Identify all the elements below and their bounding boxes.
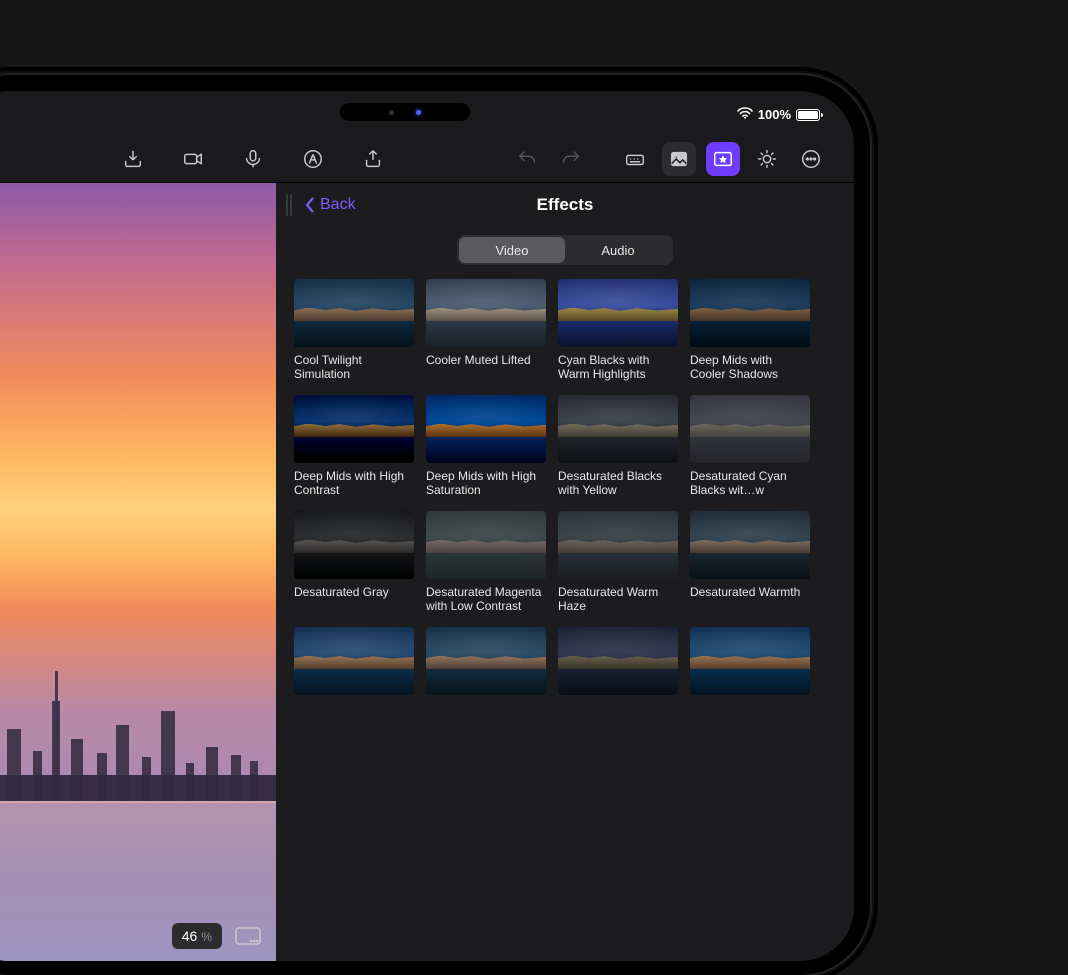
effect-cyan-blacks-warm-high[interactable]: Cyan Blacks with Warm Highlights [558, 279, 678, 381]
titles-icon[interactable] [296, 142, 330, 176]
preview-viewer[interactable]: 46 % [0, 183, 276, 961]
dynamic-island [340, 103, 470, 121]
effects-grid: Cool Twilight Simulation Cooler Muted Lif… [276, 279, 854, 763]
tab-audio[interactable]: Audio [565, 237, 671, 263]
effect-extra-2[interactable] [426, 627, 546, 729]
effect-label [426, 701, 546, 729]
effects-panel: Back Effects Video Audio Cool Twilight S… [276, 183, 854, 961]
redo-icon[interactable] [554, 142, 588, 176]
battery-icon [796, 109, 820, 121]
effect-desat-blacks-yellow[interactable]: Desaturated Blacks with Yellow [558, 395, 678, 497]
effect-label: Desaturated Gray [294, 585, 414, 613]
effect-thumbnail [426, 279, 546, 347]
ipad-device-frame: 100% [0, 75, 870, 975]
effect-thumbnail [426, 627, 546, 695]
status-bar: 100% [737, 107, 820, 122]
effect-label: Desaturated Warmth [690, 585, 810, 613]
wifi-icon [737, 107, 753, 122]
effect-thumbnail [294, 395, 414, 463]
zoom-level[interactable]: 46 % [172, 923, 222, 949]
effect-label: Cooler Muted Lifted [426, 353, 546, 381]
effect-thumbnail [690, 627, 810, 695]
effect-extra-4[interactable] [690, 627, 810, 729]
effect-thumbnail [690, 279, 810, 347]
share-icon[interactable] [356, 142, 390, 176]
effect-desat-magenta-low-con[interactable]: Desaturated Magenta with Low Contrast [426, 511, 546, 613]
effects-type-segmented[interactable]: Video Audio [457, 235, 673, 265]
zoom-value: 46 [182, 928, 198, 944]
back-button[interactable]: Back [304, 196, 356, 214]
effect-desaturated-gray[interactable]: Desaturated Gray [294, 511, 414, 613]
effect-cooler-muted-lifted[interactable]: Cooler Muted Lifted [426, 279, 546, 381]
panel-resize-handle[interactable] [286, 194, 294, 216]
preview-skyline [0, 641, 276, 801]
panel-title: Effects [537, 195, 594, 215]
effect-desaturated-warm-haze[interactable]: Desaturated Warm Haze [558, 511, 678, 613]
undo-icon[interactable] [510, 142, 544, 176]
effect-label: Deep Mids with High Contrast [294, 469, 414, 497]
effect-label [690, 701, 810, 729]
fit-to-screen-icon[interactable] [234, 925, 262, 947]
effect-deep-mids-high-contrast[interactable]: Deep Mids with High Contrast [294, 395, 414, 497]
effect-thumbnail [558, 279, 678, 347]
keyboard-icon[interactable] [618, 142, 652, 176]
effect-thumbnail [558, 395, 678, 463]
import-icon[interactable] [116, 142, 150, 176]
effect-thumbnail [294, 511, 414, 579]
main-toolbar [0, 135, 854, 183]
effect-thumbnail [690, 511, 810, 579]
effect-label: Deep Mids with Cooler Shadows [690, 353, 810, 381]
adjust-dial-icon[interactable] [750, 142, 784, 176]
effect-label: Cool Twilight Simulation [294, 353, 414, 381]
more-icon[interactable] [794, 142, 828, 176]
effect-extra-3[interactable] [558, 627, 678, 729]
effect-thumbnail [426, 511, 546, 579]
effect-thumbnail [426, 395, 546, 463]
effect-desaturated-warmth[interactable]: Desaturated Warmth [690, 511, 810, 613]
effect-label: Desaturated Warm Haze [558, 585, 678, 613]
back-label: Back [320, 196, 356, 214]
effect-label [558, 701, 678, 729]
camera-icon[interactable] [176, 142, 210, 176]
effect-label: Desaturated Magenta with Low Contrast [426, 585, 546, 613]
effect-label [294, 701, 414, 729]
effect-desat-cyan-blacks-low-con[interactable]: Desaturated Cyan Blacks wit…w Contrast [690, 395, 810, 497]
effect-cool-twilight-simulation[interactable]: Cool Twilight Simulation [294, 279, 414, 381]
effect-thumbnail [294, 627, 414, 695]
effect-thumbnail [558, 627, 678, 695]
effect-extra-1[interactable] [294, 627, 414, 729]
effect-thumbnail [690, 395, 810, 463]
mic-icon[interactable] [236, 142, 270, 176]
effects-star-icon[interactable] [706, 142, 740, 176]
battery-percent-label: 100% [758, 107, 791, 122]
screen: 100% [0, 91, 854, 961]
effect-thumbnail [294, 279, 414, 347]
effect-deep-mids-high-saturation[interactable]: Deep Mids with High Saturation [426, 395, 546, 497]
zoom-unit: % [201, 930, 212, 944]
effect-label: Cyan Blacks with Warm Highlights [558, 353, 678, 381]
effect-label: Desaturated Cyan Blacks wit…w Contrast [690, 469, 810, 497]
effect-label: Desaturated Blacks with Yellow [558, 469, 678, 497]
effect-label: Deep Mids with High Saturation [426, 469, 546, 497]
photos-icon[interactable] [662, 142, 696, 176]
tab-video[interactable]: Video [459, 237, 565, 263]
effect-thumbnail [558, 511, 678, 579]
effect-deep-mids-cooler-shadows[interactable]: Deep Mids with Cooler Shadows [690, 279, 810, 381]
